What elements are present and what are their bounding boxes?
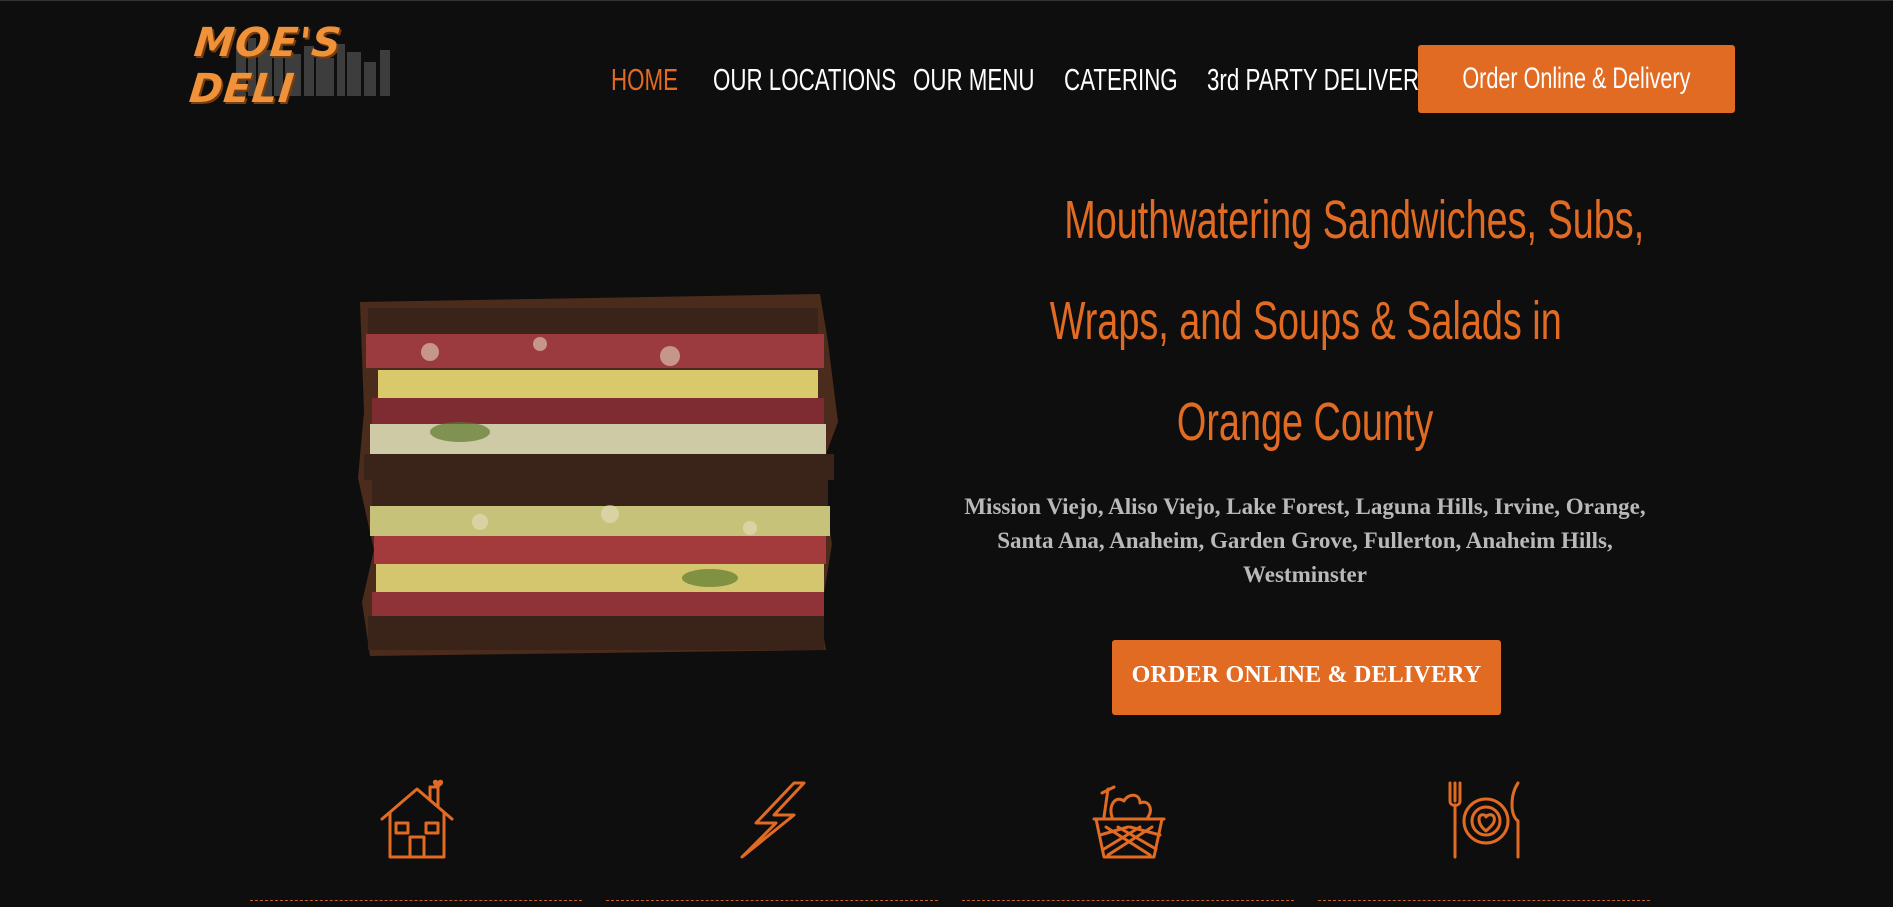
- nav-home[interactable]: HOME: [611, 62, 678, 98]
- nav-our-locations[interactable]: OUR LOCATIONS: [713, 62, 896, 98]
- order-online-nav-button[interactable]: Order Online & Delivery: [1418, 45, 1735, 113]
- plate-fork-knife-heart-icon: [1448, 781, 1520, 859]
- feature-home: [250, 775, 582, 905]
- feature-fast: [606, 775, 938, 905]
- lightning-bolt-icon: [740, 781, 806, 859]
- hero-locations: Mission Viejo, Aliso Viejo, Lake Forest,…: [964, 494, 1646, 587]
- feature-love: [1318, 775, 1650, 905]
- order-online-hero-button[interactable]: ORDER ONLINE & DELIVERY: [1112, 640, 1501, 715]
- hero-title-line-2: Wraps, and Soups & Salads in: [1049, 291, 1562, 351]
- feature-fresh: [962, 775, 1294, 905]
- top-border: [0, 0, 1893, 1]
- sandwich-image: [358, 294, 838, 656]
- hero-title-line-1: Mouthwatering Sandwiches, Subs,: [1064, 190, 1645, 250]
- feature-divider: [606, 900, 938, 901]
- nav-our-menu[interactable]: OUR MENU: [913, 62, 1035, 98]
- hero-title-line-3: Orange County: [1176, 392, 1434, 452]
- feature-divider: [250, 900, 582, 901]
- house-icon: [380, 779, 454, 859]
- feature-divider: [1318, 900, 1650, 901]
- order-online-nav-label: Order Online & Delivery: [1462, 62, 1691, 95]
- food-basket-icon: [1092, 785, 1166, 859]
- feature-divider: [962, 900, 1294, 901]
- hero-title: Mouthwatering Sandwiches, Subs, Wraps, a…: [940, 170, 1670, 473]
- order-online-hero-label: ORDER ONLINE & DELIVERY: [1131, 662, 1482, 688]
- nav-3rd-party-delivery[interactable]: 3rd PARTY DELIVERY: [1207, 62, 1434, 98]
- nav-catering[interactable]: CATERING: [1064, 62, 1178, 98]
